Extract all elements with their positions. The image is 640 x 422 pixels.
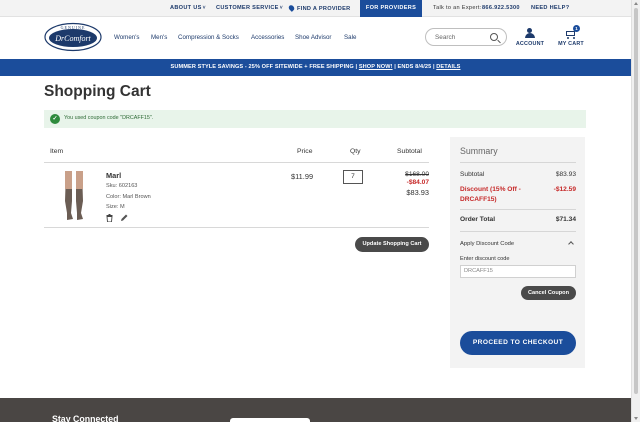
product-size: Size: M [106, 204, 125, 210]
scroll-down-arrow-icon[interactable] [634, 417, 638, 420]
about-us-link[interactable]: ABOUT US˅ [170, 5, 206, 11]
order-summary-panel: Summary Subtotal $83.93 Discount (15% Of… [450, 137, 585, 368]
edit-pencil-icon[interactable] [120, 214, 128, 222]
newsletter-email-input[interactable] [230, 418, 310, 422]
for-providers-button[interactable]: FOR PROVIDERS [360, 0, 422, 17]
trash-icon[interactable] [106, 214, 113, 222]
user-icon [524, 28, 536, 39]
product-name[interactable]: Marl [106, 171, 121, 180]
search-placeholder: Search [435, 34, 456, 41]
page-title: Shopping Cart [44, 83, 151, 100]
summary-discount-value: -$12.59 [553, 186, 576, 193]
nav-shoe-advisor[interactable]: Shoe Advisor [295, 34, 331, 41]
proceed-to-checkout-button[interactable]: PROCEED TO CHECKOUT [460, 331, 576, 355]
summary-subtotal-value: $83.93 [555, 171, 576, 178]
talk-to-expert-label: Talk to an Expert: [433, 5, 482, 11]
summary-discount-label-line1: Discount (15% Off - [460, 186, 521, 193]
phone-link[interactable]: 866.922.5300 [482, 5, 520, 11]
my-cart-link[interactable]: 1 MY CART [557, 25, 585, 47]
column-header-price: Price [297, 148, 313, 155]
location-pin-icon [287, 4, 296, 12]
update-cart-button[interactable]: Update Shopping Cart [355, 237, 429, 252]
logo-text: DrComfort [54, 34, 91, 43]
search-icon[interactable] [490, 33, 498, 41]
search-input[interactable]: Search [425, 28, 507, 46]
column-header-subtotal: Subtotal [397, 148, 422, 155]
find-provider-link[interactable]: FIND A PROVIDER [287, 4, 351, 12]
cart-icon: 1 [565, 25, 580, 39]
enter-discount-label: Enter discount code [460, 256, 510, 262]
summary-divider [460, 209, 576, 210]
need-help-link[interactable]: NEED HELP? [531, 5, 569, 11]
account-label: ACCOUNT [515, 41, 545, 47]
discount-code-input[interactable]: DRCAFF15 [460, 265, 576, 278]
quantity-input[interactable]: 7 [343, 170, 363, 184]
product-color: Color: Marl Brown [106, 194, 151, 200]
cart-label: MY CART [558, 41, 584, 47]
subtotal-final: $83.93 [406, 188, 429, 197]
footer-heading: Stay Connected [52, 414, 119, 422]
item-price: $11.99 [291, 172, 314, 181]
page-scrollbar[interactable] [631, 0, 640, 422]
chevron-down-icon: ˅ [202, 5, 206, 11]
subtotal-discount: -$84.07 [406, 179, 429, 186]
nav-womens[interactable]: Women's [114, 34, 139, 41]
apply-discount-toggle[interactable]: Apply Discount Code [460, 241, 514, 247]
scrollbar-thumb[interactable] [634, 8, 638, 394]
nav-mens[interactable]: Men's [151, 34, 167, 41]
customer-service-link[interactable]: CUSTOMER SERVICE˅ [216, 5, 283, 11]
cart-count-badge: 1 [573, 25, 580, 32]
summary-subtotal-label: Subtotal [460, 171, 485, 178]
site-footer: Stay Connected [0, 398, 631, 422]
shop-now-link[interactable]: SHOP NOW! [359, 64, 393, 70]
column-header-item: Item [50, 148, 64, 155]
details-link[interactable]: DETAILS [436, 64, 460, 70]
promo-text: SUMMER STYLE SAVINGS - 25% OFF SITEWIDE … [170, 64, 354, 70]
order-total-value: $71.34 [555, 216, 576, 223]
nav-accessories[interactable]: Accessories [251, 34, 284, 41]
account-link[interactable]: ACCOUNT [515, 28, 545, 47]
scroll-up-arrow-icon[interactable] [634, 2, 638, 5]
subtotal-original: $168.00 [405, 171, 429, 178]
utility-bar: ABOUT US˅ CUSTOMER SERVICE˅ FIND A PROVI… [0, 0, 631, 17]
cancel-coupon-button[interactable]: Cancel Coupon [521, 286, 576, 300]
column-header-qty: Qty [350, 148, 361, 155]
order-total-label: Order Total [460, 216, 496, 223]
table-divider [44, 162, 429, 163]
site-header: GENUINE DrComfort Women's Men's Compress… [0, 17, 631, 59]
nav-sale[interactable]: Sale [344, 34, 356, 41]
checkmark-icon: ✓ [50, 114, 60, 124]
summary-divider [460, 231, 576, 232]
coupon-success-message: ✓ You used coupon code "DRCAFF15". [44, 110, 586, 128]
summary-discount-label-line2: DRCAFF15) [460, 196, 497, 203]
logo-top-text: GENUINE [61, 25, 86, 30]
nav-compression-socks[interactable]: Compression & Socks [178, 34, 239, 41]
summary-heading: Summary [460, 146, 498, 156]
product-sku: Sku: 602163 [106, 183, 138, 189]
summary-divider [460, 162, 576, 163]
chevron-up-icon[interactable] [568, 241, 574, 247]
coupon-message-text: You used coupon code "DRCAFF15". [64, 115, 154, 121]
chevron-down-icon: ˅ [279, 5, 283, 11]
dr-comfort-logo[interactable]: GENUINE DrComfort [44, 22, 102, 52]
table-divider [44, 227, 429, 228]
product-image[interactable] [62, 171, 86, 223]
promo-banner: SUMMER STYLE SAVINGS - 25% OFF SITEWIDE … [0, 59, 631, 76]
